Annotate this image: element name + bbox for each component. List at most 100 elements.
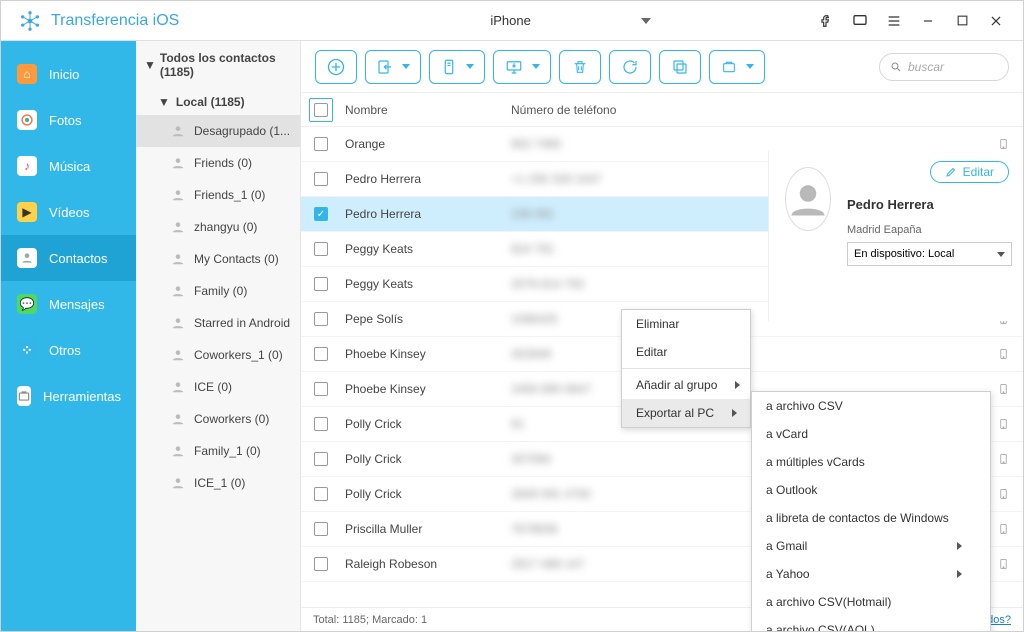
export-option[interactable]: a libreta de contactos de Windows: [752, 504, 990, 532]
sidebar-item-contactos[interactable]: Contactos: [1, 235, 136, 281]
row-checkbox[interactable]: [314, 347, 328, 361]
search-placeholder: buscar: [908, 60, 944, 74]
person-icon: [170, 380, 186, 394]
refresh-button[interactable]: [609, 50, 651, 84]
device-selector[interactable]: iPhone: [439, 8, 691, 33]
group-label: Friends (0): [194, 156, 252, 170]
chevron-down-icon: [641, 18, 651, 24]
row-checkbox[interactable]: [314, 242, 328, 256]
detail-device-select[interactable]: En dispositivo: Local: [847, 242, 1012, 266]
column-header-name[interactable]: Nombre: [341, 103, 511, 117]
app-window: Transferencia iOS iPhone ⌂ Inicio Fotos ♪…: [0, 0, 1024, 632]
group-item[interactable]: Friends (0): [136, 147, 300, 179]
export-option[interactable]: a Outlook: [752, 476, 990, 504]
sidebar-item-label: Mensajes: [49, 297, 105, 312]
row-checkbox[interactable]: ✓: [314, 207, 328, 221]
minimize-icon[interactable]: [919, 12, 937, 30]
device-icon: [983, 136, 1023, 152]
maximize-icon[interactable]: [953, 12, 971, 30]
close-icon[interactable]: [987, 12, 1005, 30]
group-item[interactable]: Family_1 (0): [136, 435, 300, 467]
ctx-item-export[interactable]: Exportar al PC: [622, 399, 750, 427]
group-item[interactable]: ICE_1 (0): [136, 467, 300, 499]
export-option[interactable]: a archivo CSV(Hotmail): [752, 588, 990, 616]
group-item[interactable]: Starred in Android: [136, 307, 300, 339]
add-button[interactable]: [315, 50, 357, 84]
group-label: ICE_1 (0): [194, 476, 245, 490]
brand-icon: [19, 10, 41, 32]
feedback-icon[interactable]: [851, 12, 869, 30]
search-input[interactable]: buscar: [879, 53, 1009, 81]
contact-name: Raleigh Robeson: [341, 557, 511, 571]
menu-icon[interactable]: [885, 12, 903, 30]
music-icon: ♪: [17, 156, 37, 176]
more-button[interactable]: [709, 50, 765, 84]
row-checkbox[interactable]: [314, 522, 328, 536]
contacts-icon: [17, 248, 37, 268]
tools-icon: [17, 386, 31, 406]
contact-name: Polly Crick: [341, 452, 511, 466]
group-item[interactable]: Family (0): [136, 275, 300, 307]
group-label: zhangyu (0): [194, 220, 257, 234]
ctx-item-edit[interactable]: Editar: [622, 338, 750, 366]
row-checkbox[interactable]: [314, 452, 328, 466]
row-checkbox[interactable]: [314, 137, 328, 151]
select-all-checkbox[interactable]: [309, 98, 333, 122]
export-pc-button[interactable]: [493, 50, 551, 84]
device-label: iPhone: [490, 13, 530, 28]
ctx-item-delete[interactable]: Eliminar: [622, 310, 750, 338]
row-checkbox[interactable]: [314, 277, 328, 291]
row-checkbox[interactable]: [314, 312, 328, 326]
sidebar-item-inicio[interactable]: ⌂ Inicio: [1, 51, 136, 97]
submenu-arrow-icon: [957, 570, 962, 578]
export-option[interactable]: a Yahoo: [752, 560, 990, 588]
row-checkbox[interactable]: [314, 417, 328, 431]
delete-button[interactable]: [559, 50, 601, 84]
group-item[interactable]: Desagrupado (1...: [136, 115, 300, 147]
sidebar-item-videos[interactable]: ▶Vídeos: [1, 189, 136, 235]
sidebar-item-label: Inicio: [49, 67, 79, 82]
group-label: Family (0): [194, 284, 247, 298]
export-option[interactable]: a múltiples vCards: [752, 448, 990, 476]
sidebar-item-otros[interactable]: ⁘Otros: [1, 327, 136, 373]
export-option[interactable]: a archivo CSV: [752, 392, 990, 420]
row-checkbox[interactable]: [314, 557, 328, 571]
group-item[interactable]: Coworkers (0): [136, 403, 300, 435]
brand-text: Transferencia iOS: [51, 12, 179, 30]
contact-phone: 1086425: [511, 312, 558, 326]
contact-phone: 2849 091 4792: [511, 487, 591, 501]
groups-all-header[interactable]: ▼Todos los contactos (1185): [136, 41, 300, 89]
group-item[interactable]: zhangyu (0): [136, 211, 300, 243]
contact-phone: +1 256 328 1047: [511, 172, 601, 186]
row-checkbox[interactable]: [314, 382, 328, 396]
edit-button[interactable]: Editar: [930, 161, 1009, 183]
sidebar-item-mensajes[interactable]: 💬Mensajes: [1, 281, 136, 327]
dedupe-button[interactable]: [659, 50, 701, 84]
export-option[interactable]: a Gmail: [752, 532, 990, 560]
group-item[interactable]: My Contacts (0): [136, 243, 300, 275]
export-option[interactable]: a vCard: [752, 420, 990, 448]
sidebar: ⌂Inicio Fotos ♪Música ▶Vídeos Contactos …: [1, 41, 136, 631]
person-icon: [170, 188, 186, 202]
sidebar-item-musica[interactable]: ♪Música: [1, 143, 136, 189]
column-header-phone[interactable]: Número de teléfono: [511, 103, 983, 117]
sidebar-item-fotos[interactable]: Fotos: [1, 97, 136, 143]
group-item[interactable]: Coworkers_1 (0): [136, 339, 300, 371]
share-fb-icon[interactable]: [817, 12, 835, 30]
export-phone-button[interactable]: [429, 50, 485, 84]
row-checkbox[interactable]: [314, 487, 328, 501]
ctx-item-addgroup[interactable]: Añadir al grupo: [622, 371, 750, 399]
group-item[interactable]: Friends_1 (0): [136, 179, 300, 211]
row-checkbox[interactable]: [314, 172, 328, 186]
sidebar-item-herramientas[interactable]: Herramientas: [1, 373, 136, 419]
import-button[interactable]: [365, 50, 421, 84]
contact-name: Phoebe Kinsey: [341, 382, 511, 396]
contact-phone: 7678636: [511, 522, 558, 536]
group-item[interactable]: ICE (0): [136, 371, 300, 403]
contact-name: Pedro Herrera: [341, 207, 511, 221]
export-option[interactable]: a archivo CSV(AOL): [752, 616, 990, 631]
contact-name: Phoebe Kinsey: [341, 347, 511, 361]
home-icon: ⌂: [17, 64, 37, 84]
groups-all-label: Todos los contactos (1185): [160, 51, 292, 79]
groups-local-header[interactable]: ▼Local (1185): [136, 89, 300, 115]
